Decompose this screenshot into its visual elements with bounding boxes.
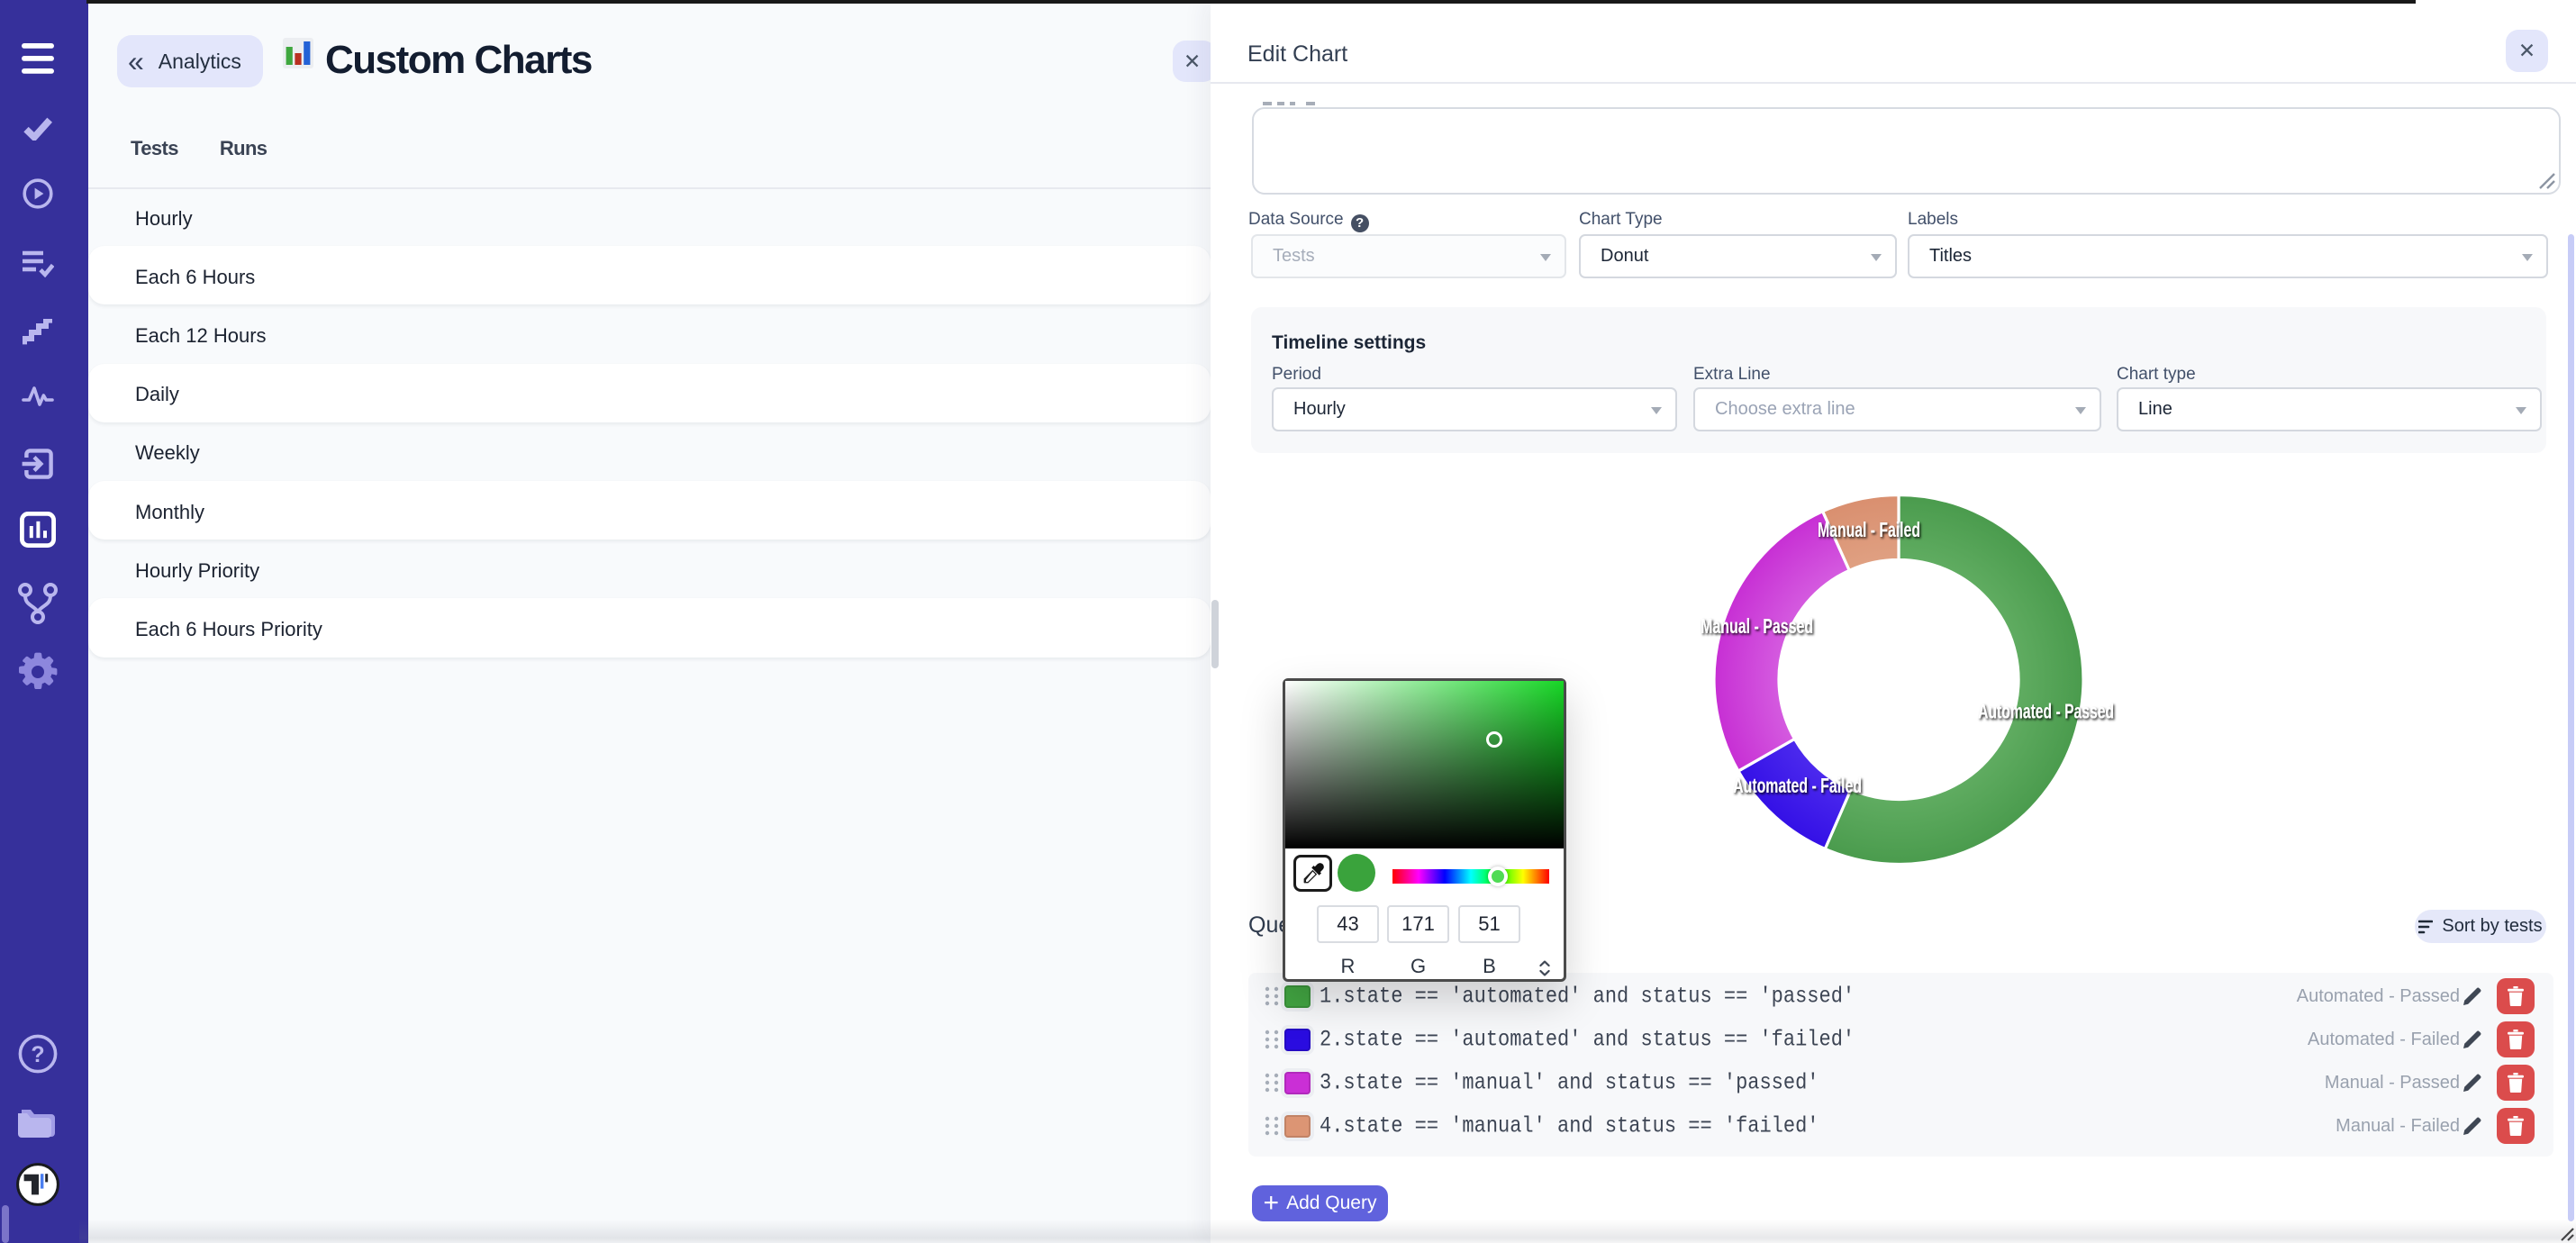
svg-text:Automated - Passed: Automated - Passed bbox=[1978, 701, 2114, 724]
svg-text:Manual - Failed: Manual - Failed bbox=[1818, 519, 1920, 542]
svg-text:Automated - Failed: Automated - Failed bbox=[1733, 775, 1862, 798]
svg-text:?: ? bbox=[31, 1042, 44, 1067]
svg-text:Manual - Passed: Manual - Passed bbox=[1701, 615, 1813, 639]
